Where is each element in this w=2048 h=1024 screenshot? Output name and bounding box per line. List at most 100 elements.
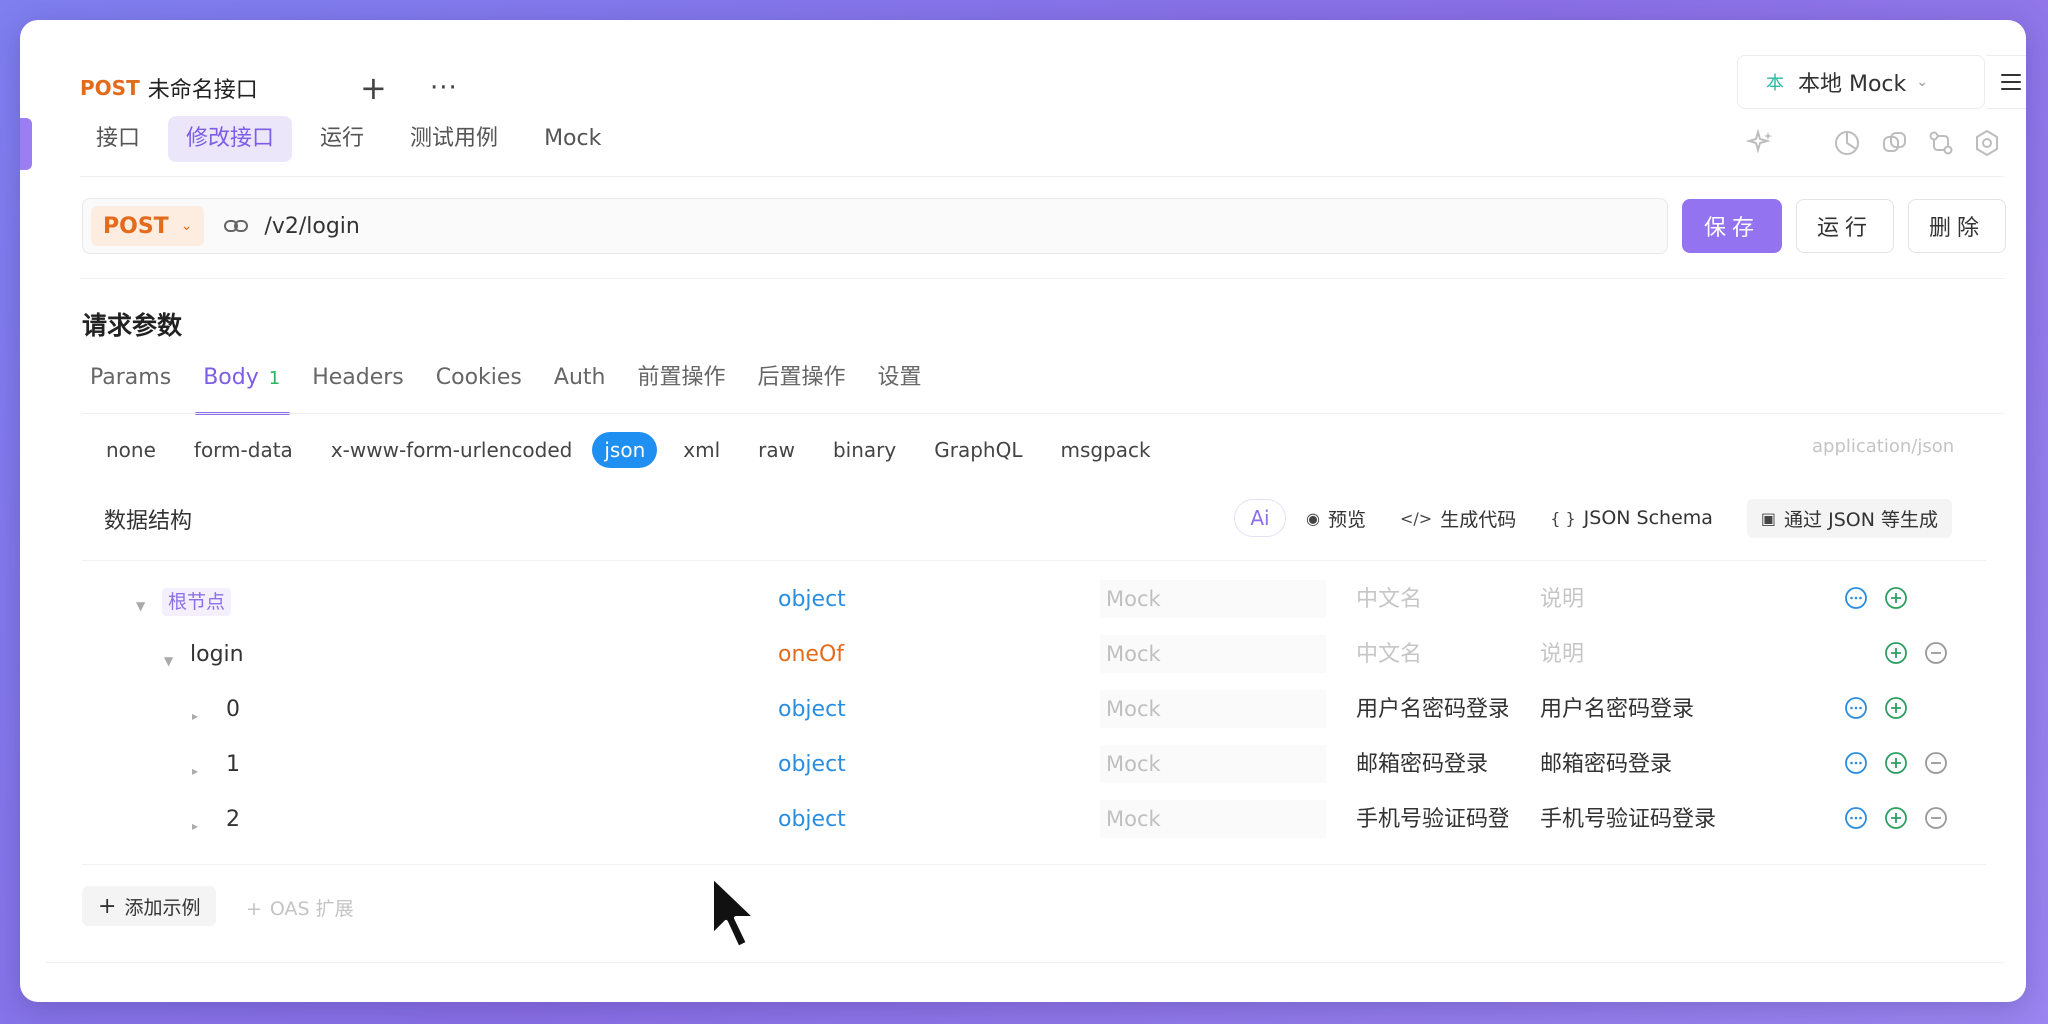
expand-arrow-icon[interactable]: ▸ (192, 757, 198, 785)
body-type-binary[interactable]: binary (833, 434, 896, 466)
oas-extension-label: OAS 扩展 (269, 898, 354, 920)
description-field[interactable]: 说明 (1540, 586, 1584, 614)
mock-field[interactable]: Mock (1100, 800, 1326, 838)
field-name[interactable]: 根节点 (162, 588, 232, 616)
schema-row-1[interactable]: ▸ 1 object Mock 邮箱密码登录 邮箱密码登录 (20, 737, 2026, 791)
description-field[interactable]: 说明 (1540, 641, 1584, 669)
mock-field[interactable]: Mock (1100, 580, 1326, 618)
divider (82, 560, 1986, 561)
more-options-icon[interactable] (1844, 806, 1868, 830)
tab-cookies[interactable]: Cookies (436, 362, 522, 415)
run-button[interactable]: 运行 (1796, 199, 1894, 253)
generate-code-button[interactable]: </> 生成代码 (1400, 505, 1516, 532)
body-type-urlencoded[interactable]: x-www-form-urlencoded (331, 434, 573, 466)
tab-body[interactable]: Body 1 (195, 362, 291, 415)
tab-body-label: Body (203, 365, 259, 390)
preview-button[interactable]: ◉ 预览 (1306, 505, 1366, 532)
cn-name-field[interactable]: 邮箱密码登录 (1356, 751, 1508, 779)
remove-icon[interactable] (1924, 751, 1948, 775)
schema-row-login[interactable]: ▼ login oneOf Mock 中文名 说明 (20, 627, 2026, 681)
tab-pre-actions[interactable]: 前置操作 (637, 362, 725, 415)
chevron-down-icon: ⌄ (1916, 74, 1929, 90)
more-options-icon[interactable] (1844, 751, 1868, 775)
delete-button[interactable]: 删除 (1908, 199, 2006, 253)
add-child-icon[interactable] (1884, 586, 1908, 610)
field-type[interactable]: object (778, 586, 846, 614)
generate-from-json-button[interactable]: ▣ 通过 JSON 等生成 (1746, 498, 1952, 538)
tab-test-cases[interactable]: 测试用例 (392, 116, 516, 162)
expand-arrow-icon[interactable]: ▸ (192, 702, 198, 730)
field-type[interactable]: object (778, 751, 846, 779)
mock-field[interactable]: Mock (1100, 745, 1326, 783)
environment-select[interactable]: 本 本地 Mock ⌄ (1737, 55, 1985, 109)
add-example-button[interactable]: + 添加示例 (82, 886, 217, 926)
schema-row-root[interactable]: ▼ 根节点 object Mock 中文名 说明 (20, 572, 2026, 626)
collapse-arrow-icon[interactable]: ▼ (164, 647, 173, 675)
field-type[interactable]: object (778, 806, 846, 834)
more-options-icon[interactable] (1844, 696, 1868, 720)
save-button[interactable]: 保存 (1682, 199, 1782, 253)
tab-edit-interface[interactable]: 修改接口 (168, 116, 293, 162)
add-tab-button[interactable]: + (360, 70, 387, 106)
body-type-msgpack[interactable]: msgpack (1060, 434, 1150, 466)
field-name[interactable]: 2 (226, 806, 240, 834)
api-tab-title[interactable]: POST 未命名接口 (80, 68, 258, 108)
remove-icon[interactable] (1924, 641, 1948, 665)
mock-field[interactable]: Mock (1100, 635, 1326, 673)
add-child-icon[interactable] (1884, 641, 1908, 665)
body-type-xml[interactable]: xml (683, 434, 720, 466)
add-child-icon[interactable] (1884, 751, 1908, 775)
cn-name-field[interactable]: 手机号验证码登录 (1356, 806, 1508, 834)
json-schema-button[interactable]: { } JSON Schema (1550, 507, 1713, 529)
tab-auth[interactable]: Auth (554, 362, 606, 415)
add-child-icon[interactable] (1884, 696, 1908, 720)
more-icon[interactable]: ··· (430, 70, 458, 106)
field-name[interactable]: 0 (226, 696, 240, 724)
field-type[interactable]: oneOf (778, 641, 844, 669)
schema-row-2[interactable]: ▸ 2 object Mock 手机号验证码登录 手机号验证码登录 (20, 792, 2026, 846)
tab-post-actions[interactable]: 后置操作 (757, 362, 845, 415)
mock-field[interactable]: Mock (1100, 690, 1326, 728)
plus-icon: + (98, 893, 117, 919)
schema-row-0[interactable]: ▸ 0 object Mock 用户名密码登录 用户名密码登录 (20, 682, 2026, 736)
field-type[interactable]: object (778, 696, 846, 724)
add-child-icon[interactable] (1884, 806, 1908, 830)
param-tabs: Params Body 1 Headers Cookies Auth 前置操作 后… (90, 362, 954, 415)
body-type-graphql[interactable]: GraphQL (934, 434, 1022, 466)
cn-name-field[interactable]: 用户名密码登录 (1356, 696, 1508, 724)
method-select[interactable]: POST ⌄ (91, 206, 205, 246)
oas-extension-button[interactable]: + OAS 扩展 (246, 894, 354, 921)
cn-name-field[interactable]: 中文名 (1356, 641, 1422, 669)
more-options-icon[interactable] (1844, 586, 1868, 610)
body-type-none[interactable]: none (106, 434, 156, 466)
description-field[interactable]: 手机号验证码登录 (1540, 806, 1716, 834)
remove-icon[interactable] (1924, 806, 1948, 830)
sparkle-icon[interactable] (1746, 128, 1776, 158)
body-type-json[interactable]: json (592, 432, 658, 468)
collapse-arrow-icon[interactable]: ▼ (136, 592, 145, 620)
url-input[interactable] (264, 213, 1565, 239)
copy-icon[interactable] (1880, 128, 1910, 158)
link-icon[interactable] (222, 212, 250, 240)
menu-button[interactable] (1986, 55, 2026, 109)
field-name[interactable]: login (190, 641, 244, 669)
ai-button[interactable]: Ai (1234, 499, 1286, 537)
field-name[interactable]: 1 (226, 751, 240, 779)
body-type-raw[interactable]: raw (758, 434, 795, 466)
tab-params[interactable]: Params (90, 362, 171, 415)
tab-run[interactable]: 运行 (302, 116, 382, 162)
tab-interface[interactable]: 接口 (78, 116, 158, 162)
description-field[interactable]: 邮箱密码登录 (1540, 751, 1672, 779)
cn-name-field[interactable]: 中文名 (1356, 586, 1422, 614)
window-side-accent (20, 118, 32, 170)
body-type-form-data[interactable]: form-data (194, 434, 293, 466)
pie-chart-icon[interactable] (1832, 128, 1862, 158)
tab-mock[interactable]: Mock (526, 116, 619, 162)
tab-headers[interactable]: Headers (312, 362, 404, 415)
divider (46, 962, 2004, 963)
description-field[interactable]: 用户名密码登录 (1540, 696, 1694, 724)
branch-icon[interactable] (1926, 128, 1956, 158)
expand-arrow-icon[interactable]: ▸ (192, 812, 198, 840)
tab-settings[interactable]: 设置 (878, 362, 922, 415)
settings-icon[interactable] (1972, 128, 2002, 158)
